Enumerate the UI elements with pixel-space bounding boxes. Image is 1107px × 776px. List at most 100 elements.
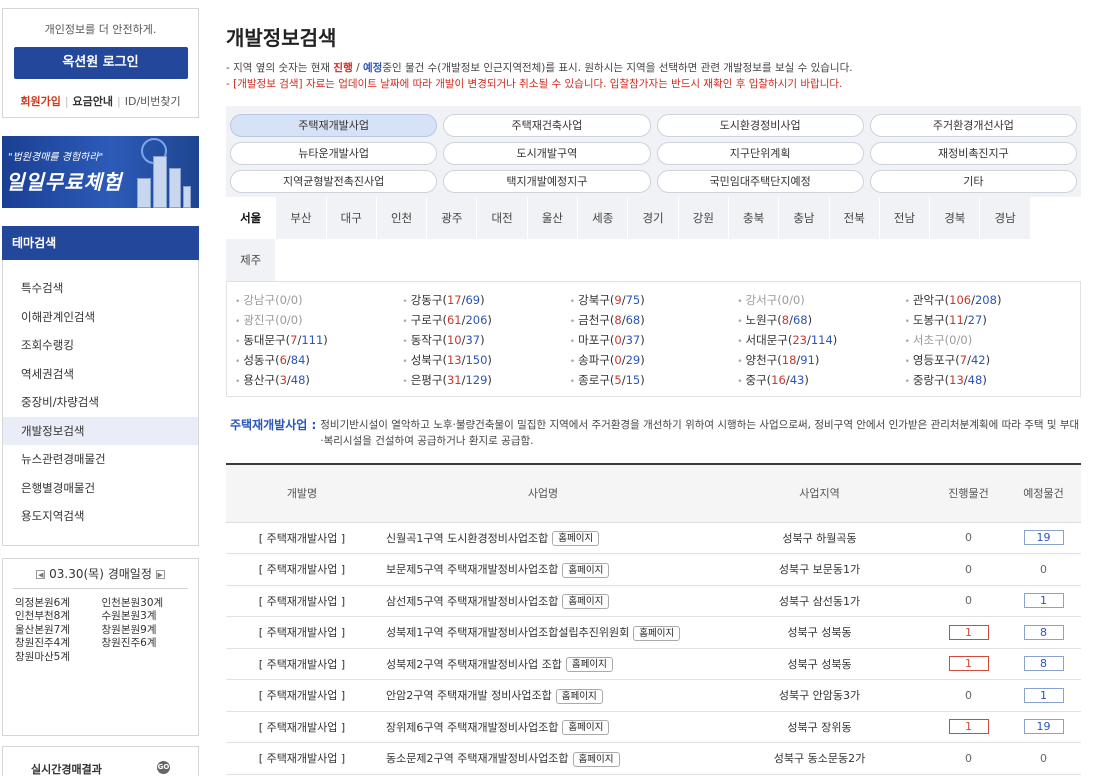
region-tab[interactable]: 울산 — [527, 197, 579, 239]
theme-menu-item[interactable]: 은행별경매물건 — [3, 474, 198, 503]
region-tab[interactable]: 충북 — [728, 197, 780, 239]
region-tab[interactable]: 대전 — [477, 197, 528, 239]
schedule-court-item[interactable]: 창원마산5계 — [15, 651, 102, 665]
district-item[interactable]: • 강북구(9/75) — [570, 290, 737, 310]
district-item[interactable]: • 서대문구(23/114) — [737, 330, 904, 350]
district-item[interactable]: • 마포구(0/37) — [570, 330, 737, 350]
region-tab[interactable]: 경남 — [980, 197, 1031, 239]
homepage-button[interactable]: 홈페이지 — [572, 751, 620, 767]
district-item[interactable]: • 성동구(6/84) — [235, 350, 402, 370]
schedule-court-item[interactable]: 창원본원9계 — [102, 624, 189, 638]
district-item[interactable]: • 강서구(0/0) — [737, 290, 904, 310]
planned-count[interactable]: 19 — [1023, 719, 1064, 735]
project-name-link[interactable]: 성북제1구역 주택재개발정비사업조합설립추진위원회 — [386, 626, 629, 639]
category-button[interactable]: 재정비촉진지구 — [869, 142, 1077, 165]
homepage-button[interactable]: 홈페이지 — [552, 531, 600, 546]
region-tab[interactable]: 세종 — [578, 197, 629, 239]
schedule-court-item[interactable]: 울산본원7계 — [15, 624, 102, 638]
table-row[interactable]: [ 주택재개발사업 ] 성북제1구역 주택재개발정비사업조합설립추진위원회 홈페이지… — [226, 616, 1081, 649]
district-item[interactable]: • 노원구(8/68) — [737, 310, 904, 330]
region-tab[interactable]: 제주 — [226, 239, 277, 281]
homepage-button[interactable]: 홈페이지 — [555, 688, 603, 704]
find-account-link[interactable]: ID/비번찾기 — [125, 95, 181, 108]
planned-count[interactable]: 1 — [1023, 687, 1064, 703]
project-name-link[interactable]: 동소문제2구역 주택재개발정비사업조합 — [386, 752, 569, 765]
theme-menu-item[interactable]: 역세권검색 — [3, 360, 198, 389]
district-item[interactable]: • 양천구(18/91) — [737, 350, 904, 370]
theme-menu-item[interactable]: 뉴스관련경매물건 — [3, 445, 198, 474]
district-item[interactable]: • 영등포구(7/42) — [905, 350, 1072, 370]
district-item[interactable]: • 동작구(10/37) — [402, 330, 569, 350]
district-item[interactable]: • 관악구(106/208) — [905, 290, 1072, 310]
district-item[interactable]: • 용산구(3/48) — [235, 370, 402, 390]
region-tab[interactable]: 광주 — [427, 197, 478, 239]
schedule-court-item[interactable]: 의정본원6계 — [15, 597, 102, 611]
table-row[interactable]: [ 주택재개발사업 ] 신월곡1구역 도시환경정비사업조합 홈페이지 성북구 하월곡동… — [226, 522, 1081, 554]
planned-count[interactable]: 8 — [1023, 656, 1064, 672]
district-item[interactable]: • 도봉구(11/27) — [905, 310, 1072, 330]
region-tab[interactable]: 서울 — [226, 197, 277, 239]
district-item[interactable]: • 구로구(61/206) — [402, 310, 569, 330]
homepage-button[interactable]: 홈페이지 — [565, 657, 613, 672]
category-button[interactable]: 주택재건축사업 — [443, 114, 651, 137]
district-item[interactable]: • 금천구(8/68) — [570, 310, 737, 330]
category-button[interactable]: 기타 — [869, 170, 1077, 193]
table-row[interactable]: [ 주택재개발사업 ] 안암2구역 주택재개발 정비사업조합 홈페이지 성북구 안암동… — [226, 679, 1081, 712]
planned-count[interactable]: 1 — [1023, 593, 1064, 609]
pricing-link[interactable]: 요금안내 — [73, 95, 113, 108]
project-name-link[interactable]: 신월곡1구역 도시환경정비사업조합 — [386, 532, 548, 545]
project-name-link[interactable]: 장위제6구역 주택재개발정비사업조합 — [386, 721, 558, 734]
project-name-link[interactable]: 안암2구역 주택재개발 정비사업조합 — [386, 689, 552, 702]
free-trial-banner[interactable]: "법원경매를 경험하라" 일일무료체험 — [2, 136, 199, 208]
district-item[interactable]: • 중랑구(13/48) — [905, 370, 1072, 390]
region-tab[interactable]: 강원 — [678, 197, 729, 239]
project-name-link[interactable]: 삼선제5구역 주택재개발정비사업조합 — [386, 595, 558, 608]
project-name-link[interactable]: 보문제5구역 주택재개발정비사업조합 — [386, 563, 558, 576]
region-tab[interactable]: 충남 — [779, 197, 830, 239]
region-tab[interactable]: 인천 — [376, 197, 428, 239]
table-row[interactable]: [ 주택재개발사업 ] 성북제2구역 주택재개발정비사업 조합 홈페이지 성북구 성북… — [226, 648, 1081, 680]
schedule-court-item[interactable]: 수원본원3계 — [102, 610, 189, 624]
login-button[interactable]: 옥션원 로그인 — [13, 47, 188, 79]
category-button[interactable]: 뉴타운개발사업 — [230, 142, 438, 165]
district-item[interactable]: • 종로구(5/15) — [570, 370, 737, 390]
category-button[interactable]: 택지개발예정지구 — [443, 170, 651, 193]
category-button[interactable]: 지역균형발전촉진사업 — [230, 170, 438, 193]
progress-count[interactable]: 1 — [948, 656, 989, 672]
theme-menu-item[interactable]: 개발정보검색 — [3, 416, 198, 445]
realtime-results[interactable]: 실시간경매결과 GO — [2, 745, 199, 776]
progress-count[interactable]: 1 — [948, 624, 989, 640]
district-item[interactable]: • 성북구(13/150) — [402, 350, 569, 370]
schedule-court-item[interactable]: 인천본원30계 — [102, 597, 189, 611]
district-item[interactable]: • 은평구(31/129) — [402, 370, 569, 390]
progress-count[interactable]: 1 — [948, 719, 989, 735]
schedule-court-item[interactable]: 창원진주4계 — [15, 637, 102, 651]
category-button[interactable]: 도시환경정비사업 — [656, 114, 864, 137]
homepage-button[interactable]: 홈페이지 — [562, 594, 610, 609]
theme-menu-item[interactable]: 이해관계인검색 — [3, 303, 198, 332]
region-tab[interactable]: 부산 — [276, 197, 327, 239]
district-item[interactable]: • 송파구(0/29) — [570, 350, 737, 370]
district-item[interactable]: • 강남구(0/0) — [235, 290, 402, 310]
project-name-link[interactable]: 성북제2구역 주택재개발정비사업 조합 — [386, 658, 562, 671]
category-button[interactable]: 국민임대주택단지예정 — [656, 170, 864, 193]
district-item[interactable]: • 동대문구(7/111) — [235, 330, 402, 350]
go-icon[interactable]: GO — [157, 760, 170, 774]
prev-arrow-icon[interactable]: ◀ — [36, 569, 46, 579]
category-button[interactable]: 주거환경개선사업 — [869, 114, 1077, 137]
theme-menu-item[interactable]: 중장비/차량검색 — [3, 388, 198, 417]
schedule-court-item[interactable]: 창원진주6계 — [102, 637, 189, 651]
planned-count[interactable]: 19 — [1023, 530, 1064, 546]
theme-menu-item[interactable]: 특수검색 — [3, 274, 198, 303]
theme-menu-item[interactable]: 조회수랭킹 — [3, 331, 198, 360]
region-tab[interactable]: 전북 — [829, 197, 880, 239]
homepage-button[interactable]: 홈페이지 — [562, 562, 610, 578]
category-button[interactable]: 도시개발구역 — [443, 142, 651, 165]
schedule-court-item[interactable]: 인천부천8계 — [15, 610, 102, 624]
region-tab[interactable]: 대구 — [326, 197, 377, 239]
category-button[interactable]: 지구단위계획 — [656, 142, 864, 165]
table-row[interactable]: [ 주택재개발사업 ] 보문제5구역 주택재개발정비사업조합 홈페이지 성북구 보문동… — [226, 553, 1081, 586]
district-item[interactable]: • 서초구(0/0) — [905, 330, 1072, 350]
join-link[interactable]: 회원가입 — [20, 95, 60, 108]
district-item[interactable]: • 광진구(0/0) — [235, 310, 402, 330]
